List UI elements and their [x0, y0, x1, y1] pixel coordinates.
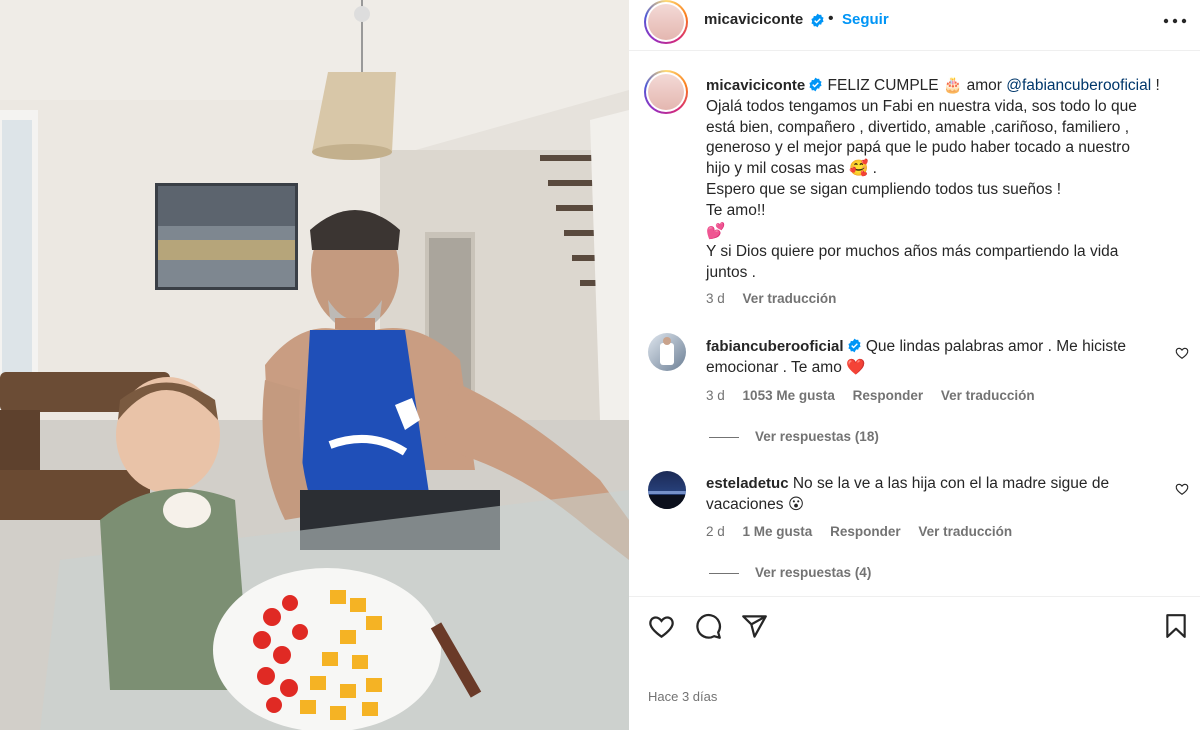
caption-line: Espero que se sigan cumpliendo todos tus…: [706, 180, 1062, 198]
commenter-avatar[interactable]: [648, 471, 686, 509]
post-details: micaviciconte • Seguir micaviciconte FEL…: [629, 0, 1200, 730]
more-horizontal-icon[interactable]: [1163, 18, 1187, 24]
comment-translate-button[interactable]: Ver traducción: [918, 524, 1012, 539]
cake-emoji: 🎂: [942, 77, 963, 94]
comment-age: 2 d: [706, 524, 725, 539]
verified-badge-icon: [811, 13, 824, 28]
comment-username[interactable]: esteladetuc: [706, 475, 789, 492]
view-replies-label: Ver respuestas (18): [755, 429, 879, 444]
comment-likes[interactable]: 1 Me gusta: [743, 524, 813, 539]
header-divider: [629, 50, 1200, 51]
caption-text-amor: amor: [962, 77, 1007, 94]
verified-badge-icon: [809, 77, 822, 92]
view-replies-button[interactable]: Ver respuestas (18): [709, 429, 879, 444]
comment-text: No se la ve a las hija con el la madre s…: [792, 475, 1110, 492]
two-hearts-emoji: 💕: [706, 222, 726, 240]
header-separator: •: [828, 10, 834, 27]
caption-line: Ojalá todos tengamos un Fabi en nuestra …: [706, 97, 1137, 115]
caption-meta: 3 d Ver traducción: [706, 291, 836, 306]
caption-text-excl: !: [1151, 77, 1160, 94]
comment-text: Que lindas palabras amor . Me hiciste: [865, 338, 1127, 355]
comment-like-heart-icon[interactable]: [1175, 346, 1189, 360]
replies-dash: [709, 572, 739, 574]
comment-meta: 3 d 1053 Me gusta Responder Ver traducci…: [706, 388, 1035, 403]
comment-likes[interactable]: 1053 Me gusta: [743, 388, 835, 403]
smiling-hearts-emoji: 🥰: [848, 160, 869, 178]
surprised-face-emoji: 😮: [787, 495, 805, 513]
caption-line: Y si Dios quiere por muchos años más com…: [706, 243, 1119, 261]
header-username[interactable]: micaviciconte: [704, 11, 803, 28]
commenter-avatar[interactable]: [648, 333, 686, 371]
caption-translate-button[interactable]: Ver traducción: [743, 291, 837, 306]
avatar-image: [660, 337, 674, 365]
send-icon[interactable]: [741, 613, 768, 640]
actions-divider: [629, 596, 1200, 597]
view-replies-button[interactable]: Ver respuestas (4): [709, 565, 871, 580]
comment-age: 3 d: [706, 388, 725, 403]
comment-icon[interactable]: [695, 613, 722, 640]
caption-line-end: .: [868, 160, 877, 178]
avatar-image: [648, 491, 686, 509]
caption-line: Te amo!!: [706, 201, 766, 219]
comment-meta: 2 d 1 Me gusta Responder Ver traducción: [706, 524, 1012, 539]
comment-body: fabiancuberooficial Que lindas palabras …: [706, 337, 1146, 379]
comment-body: esteladetuc No se la ve a las hija con e…: [706, 474, 1146, 516]
caption-avatar[interactable]: [644, 70, 688, 114]
replies-dash: [709, 436, 739, 438]
comment-username[interactable]: fabiancuberooficial: [706, 338, 844, 355]
post-timestamp: Hace 3 días: [648, 689, 718, 704]
caption-line: está bien, compañero , divertido, amable…: [706, 118, 1130, 136]
comment-translate-button[interactable]: Ver traducción: [941, 388, 1035, 403]
caption-age: 3 d: [706, 291, 725, 306]
follow-button[interactable]: Seguir: [842, 11, 889, 28]
caption-mention-link[interactable]: @fabiancuberooficial: [1006, 77, 1151, 94]
reply-button[interactable]: Responder: [830, 524, 901, 539]
caption-line: generoso y el mejor papá que le pudo hab…: [706, 139, 1130, 157]
comment-like-heart-icon[interactable]: [1175, 482, 1189, 496]
caption-text-start: FELIZ CUMPLE: [827, 77, 939, 94]
caption-line: hijo y mil cosas mas: [706, 160, 849, 178]
post-caption: micaviciconte FELIZ CUMPLE 🎂 amor @fabia…: [706, 76, 1161, 284]
bookmark-icon[interactable]: [1163, 613, 1189, 639]
comment-text: vacaciones: [706, 495, 788, 513]
red-heart-emoji: ❤️: [846, 358, 866, 376]
author-avatar[interactable]: [644, 0, 688, 44]
view-replies-label: Ver respuestas (4): [755, 565, 872, 580]
caption-username[interactable]: micaviciconte: [706, 77, 805, 94]
heart-icon[interactable]: [648, 613, 675, 640]
post-photo[interactable]: [0, 0, 629, 730]
post-image: [0, 0, 629, 730]
comment-text: emocionar . Te amo: [706, 358, 847, 376]
reply-button[interactable]: Responder: [853, 388, 924, 403]
verified-badge-icon: [847, 338, 861, 353]
caption-line: juntos .: [706, 264, 756, 282]
